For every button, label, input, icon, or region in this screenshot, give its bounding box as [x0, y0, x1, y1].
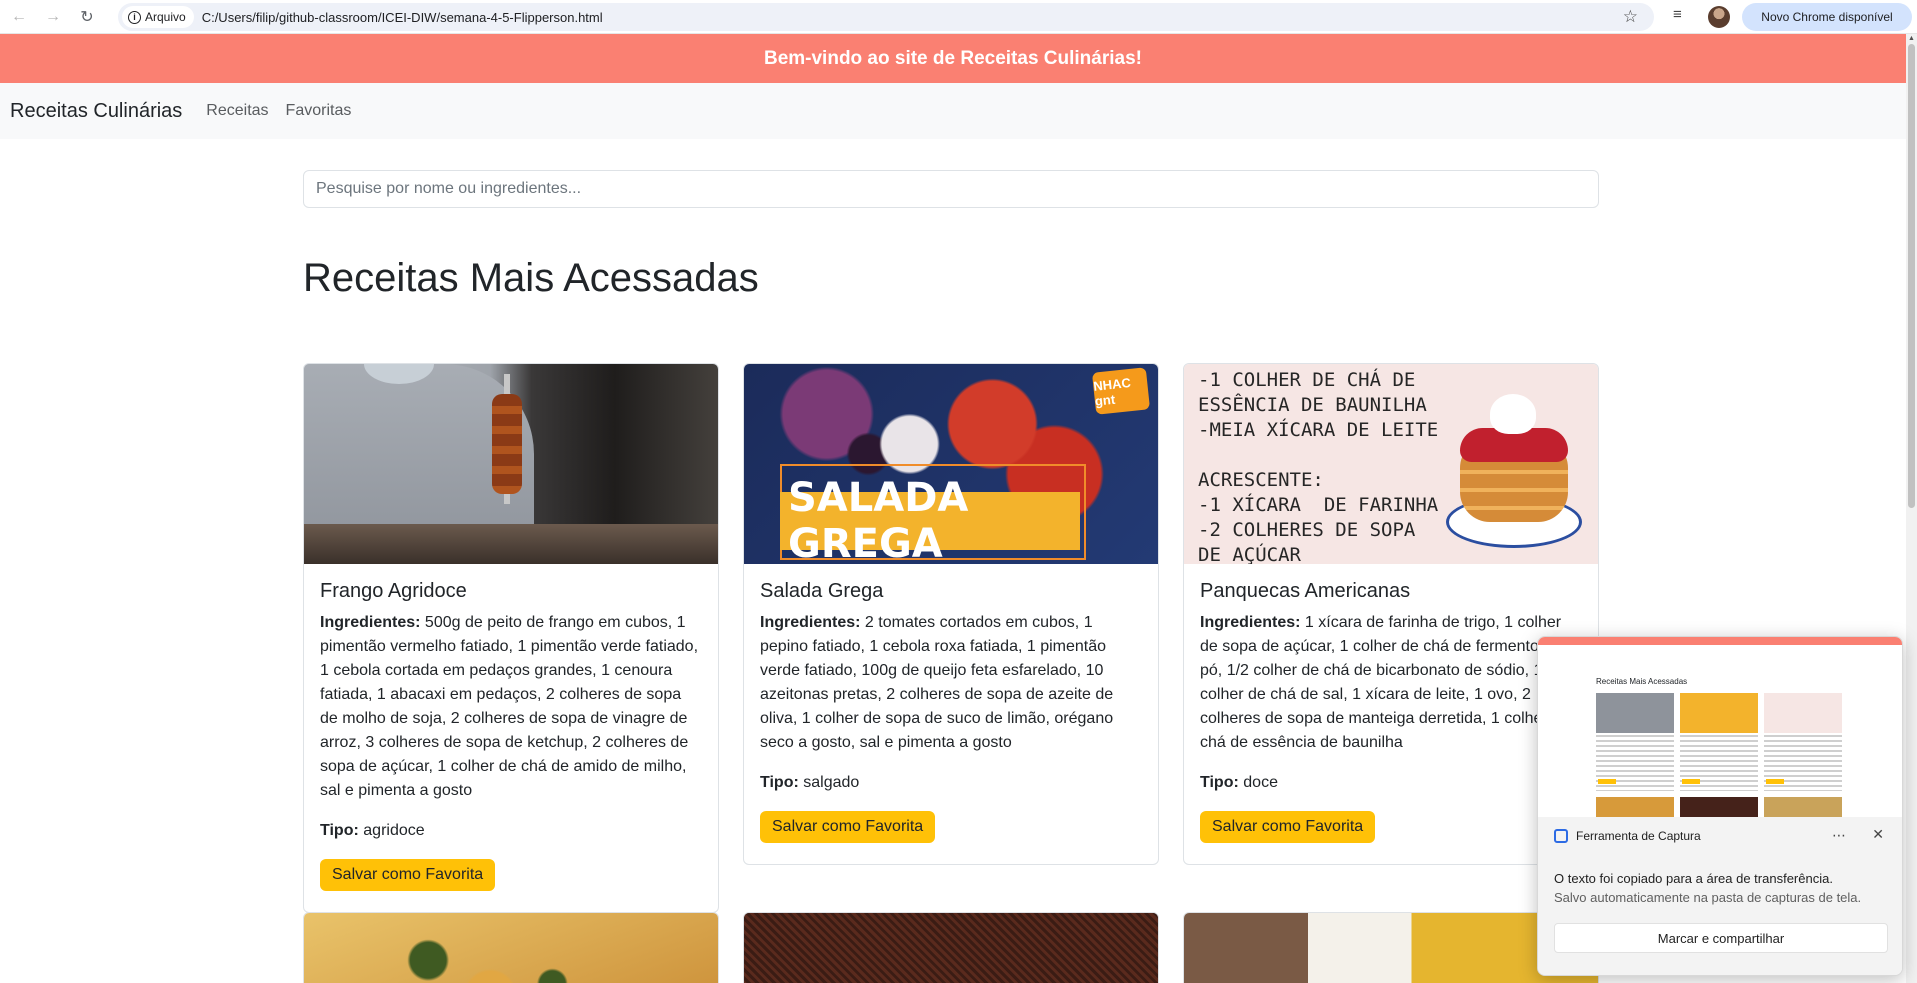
- type-label: Tipo:: [1200, 774, 1239, 791]
- toast-app-name: Ferramenta de Captura: [1576, 829, 1701, 843]
- avatar[interactable]: [1708, 6, 1730, 28]
- type-value: doce: [1243, 774, 1278, 791]
- thumbnail-heading: Receitas Mais Acessadas: [1596, 677, 1688, 686]
- toast-app-header: Ferramenta de Captura: [1554, 829, 1701, 843]
- brand-logo: NHAC gnt: [1091, 367, 1151, 415]
- recipe-title: Frango Agridoce: [320, 580, 467, 602]
- toast-message: O texto foi copiado para a área de trans…: [1554, 869, 1861, 907]
- recipe-ingredients: Ingredientes: 1 xícara de farinha de tri…: [1200, 611, 1582, 755]
- page-scrollbar[interactable]: ▲: [1906, 34, 1917, 983]
- update-chrome-button[interactable]: Novo Chrome disponível: [1742, 3, 1912, 31]
- recipe-type: Tipo: doce: [1200, 771, 1582, 795]
- snipping-tool-icon: [1554, 829, 1568, 843]
- recipe-ingredients: Ingredientes: 500g de peito de frango em…: [320, 611, 702, 803]
- close-icon[interactable]: ✕: [1872, 826, 1884, 843]
- forward-icon[interactable]: →: [38, 2, 68, 32]
- toast-message-sub: Salvo automaticamente na pasta de captur…: [1554, 890, 1862, 905]
- recipe-image: [304, 364, 718, 564]
- ingredients-label: Ingredientes:: [760, 614, 861, 631]
- save-favorite-button[interactable]: Salvar como Favorita: [1200, 811, 1376, 843]
- scroll-up-arrow-icon[interactable]: ▲: [1908, 35, 1915, 42]
- navbar: Receitas Culinárias Receitas Favoritas: [0, 83, 1906, 139]
- more-icon[interactable]: ⋯: [1832, 827, 1846, 844]
- search-input[interactable]: [303, 170, 1599, 208]
- recipe-card: Frango Agridoce Ingredientes: 500g de pe…: [303, 363, 719, 913]
- recipe-image: SALADA GREGA NHAC gnt: [744, 364, 1158, 564]
- recipe-image: [1184, 913, 1598, 983]
- type-value: salgado: [803, 774, 860, 791]
- ingredients-label: Ingredientes:: [1200, 614, 1301, 631]
- ingredients-label: Ingredientes:: [320, 614, 421, 631]
- type-label: Tipo:: [760, 774, 799, 791]
- recipe-ingredients: Ingredientes: 2 tomates cortados em cubo…: [760, 611, 1142, 755]
- browser-toolbar: ← → ↻ i Arquivo C:/Users/filip/github-cl…: [0, 0, 1917, 34]
- bookmark-star-icon[interactable]: ☆: [1623, 7, 1638, 27]
- scrollbar-thumb[interactable]: [1908, 44, 1915, 508]
- site-chip-label: Arquivo: [145, 10, 186, 24]
- recipe-type: Tipo: salgado: [760, 771, 1142, 795]
- recipe-image: [304, 913, 718, 983]
- welcome-banner: Bem-vindo ao site de Receitas Culinárias…: [0, 34, 1906, 83]
- capture-thumbnail[interactable]: Receitas Mais Acessadas: [1538, 637, 1902, 817]
- ingredients-text: 500g de peito de frango em cubos, 1 pime…: [320, 614, 699, 799]
- recipe-card: [743, 912, 1159, 983]
- media-control-icon[interactable]: ≡: [1673, 6, 1682, 23]
- recipe-title: Panquecas Americanas: [1200, 580, 1411, 602]
- address-bar[interactable]: i Arquivo C:/Users/filip/github-classroo…: [118, 3, 1654, 31]
- info-icon: i: [128, 10, 141, 24]
- recipe-type: Tipo: agridoce: [320, 819, 702, 843]
- site-info-chip[interactable]: i Arquivo: [122, 6, 194, 28]
- save-favorite-button[interactable]: Salvar como Favorita: [760, 811, 936, 843]
- save-favorite-button[interactable]: Salvar como Favorita: [320, 859, 496, 891]
- recipe-title: Salada Grega: [760, 580, 884, 602]
- back-icon[interactable]: ←: [4, 2, 34, 32]
- nav-link-favoritas[interactable]: Favoritas: [286, 102, 352, 120]
- ingredients-text: 1 xícara de farinha de trigo, 1 colher d…: [1200, 614, 1571, 751]
- snipping-tool-notification[interactable]: Receitas Mais Acessadas Ferramenta de Ca…: [1537, 636, 1903, 976]
- nav-link-receitas[interactable]: Receitas: [206, 102, 268, 120]
- recipe-image: -1 COLHER DE CHÁ DE ESSÊNCIA DE BAUNILHA…: [1184, 364, 1598, 564]
- type-label: Tipo:: [320, 822, 359, 839]
- url-text[interactable]: C:/Users/filip/github-classroom/ICEI-DIW…: [202, 10, 603, 25]
- image-banner-text: SALADA GREGA: [780, 475, 1080, 564]
- recipe-image: [744, 913, 1158, 983]
- recipe-card: SALADA GREGA NHAC gnt Salada Grega Ingre…: [743, 363, 1159, 865]
- toast-message-main: O texto foi copiado para a área de trans…: [1554, 871, 1833, 886]
- navbar-brand[interactable]: Receitas Culinárias: [10, 100, 182, 123]
- page-title: Receitas Mais Acessadas: [303, 256, 759, 300]
- markup-share-button[interactable]: Marcar e compartilhar: [1554, 923, 1888, 953]
- reload-icon[interactable]: ↻: [72, 2, 102, 32]
- ingredients-text: 2 tomates cortados em cubos, 1 pepino fa…: [760, 614, 1114, 751]
- recipe-card: [303, 912, 719, 983]
- type-value: agridoce: [363, 822, 425, 839]
- main-container: Receitas Mais Acessadas Frango Agridoce …: [303, 170, 1599, 983]
- image-recipe-text: -1 COLHER DE CHÁ DE ESSÊNCIA DE BAUNILHA…: [1198, 369, 1439, 564]
